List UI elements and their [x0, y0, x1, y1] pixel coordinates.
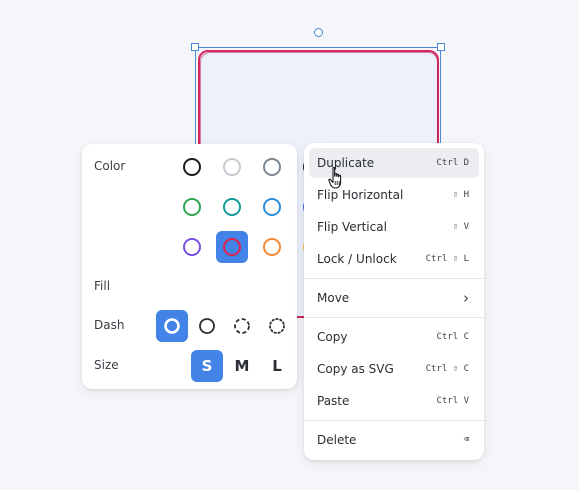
color-swatch[interactable] [216, 191, 248, 223]
menu-item-label: Copy as SVG [317, 362, 394, 376]
dash-draw-button[interactable] [156, 310, 188, 342]
dash-solid-button[interactable] [191, 310, 223, 342]
menu-item-shortcut: ⌫ [463, 435, 469, 445]
dash-solid-icon [199, 318, 215, 334]
size-m-button[interactable]: M [226, 350, 258, 382]
color-swatch-ring [223, 198, 241, 216]
dash-dotted-button[interactable] [261, 310, 293, 342]
menu-item-label: Delete [317, 433, 357, 447]
menu-separator [304, 317, 484, 318]
menu-item-shortcut: ⇧ V [452, 222, 469, 232]
menu-item-label: Flip Vertical [317, 220, 387, 234]
color-swatch[interactable] [216, 231, 248, 263]
menu-item-label: Flip Horizontal [317, 188, 404, 202]
menu-item-label: Copy [317, 330, 348, 344]
menu-item-copy-as-svg[interactable]: Copy as SVG Ctrl ⇧ C [309, 354, 479, 384]
dash-dotted-icon [269, 318, 285, 334]
context-menu: Duplicate Ctrl D Flip Horizontal ⇧ H Fli… [304, 143, 484, 460]
menu-item-paste[interactable]: Paste Ctrl V [309, 386, 479, 416]
menu-item-label: Move [317, 291, 350, 305]
hand-pointer-icon [328, 166, 342, 189]
menu-item-label: Paste [317, 394, 350, 408]
color-swatch-ring [263, 158, 281, 176]
menu-item-lock-unlock[interactable]: Lock / Unlock Ctrl ⇧ L [309, 244, 479, 274]
menu-item-shortcut: Ctrl ⇧ C [425, 364, 469, 374]
size-label: Size [94, 358, 119, 372]
dash-dashed-icon [234, 318, 250, 334]
menu-item-delete[interactable]: Delete ⌫ [309, 425, 479, 455]
menu-item-move[interactable]: Move › [309, 283, 479, 313]
menu-item-flip-vertical[interactable]: Flip Vertical ⇧ V [309, 212, 479, 242]
resize-handle-top-left[interactable] [191, 43, 199, 51]
menu-item-copy[interactable]: Copy Ctrl C [309, 322, 479, 352]
menu-item-shortcut: Ctrl ⇧ L [425, 254, 469, 264]
chevron-right-icon: › [463, 288, 469, 307]
color-swatch[interactable] [176, 151, 208, 183]
color-swatch[interactable] [176, 231, 208, 263]
color-swatch-ring [183, 158, 201, 176]
size-s-button[interactable]: S [191, 350, 223, 382]
color-swatch[interactable] [216, 151, 248, 183]
color-swatch[interactable] [256, 191, 288, 223]
menu-item-label: Lock / Unlock [317, 252, 397, 266]
color-swatch[interactable] [256, 231, 288, 263]
color-label: Color [94, 159, 126, 173]
menu-item-shortcut: ⇧ H [452, 190, 469, 200]
rotate-handle[interactable] [314, 28, 323, 37]
dash-label: Dash [94, 318, 125, 332]
color-swatch-ring [223, 158, 241, 176]
menu-item-shortcut: Ctrl V [436, 396, 469, 406]
menu-item-shortcut: Ctrl C [436, 332, 469, 342]
style-panel: Color Fill Dash Size S M L [82, 144, 321, 389]
dash-dashed-button[interactable] [226, 310, 258, 342]
menu-separator [304, 420, 484, 421]
color-swatch[interactable] [176, 191, 208, 223]
color-swatch-ring [183, 198, 201, 216]
size-l-button[interactable]: L [261, 350, 293, 382]
menu-item-shortcut: Ctrl D [436, 158, 469, 168]
menu-separator [304, 278, 484, 279]
color-swatch[interactable] [256, 151, 288, 183]
color-swatch-ring [263, 238, 281, 256]
color-swatch-ring [183, 238, 201, 256]
color-swatch-ring [263, 198, 281, 216]
fill-label: Fill [94, 279, 111, 293]
color-swatch-ring [223, 238, 241, 256]
dash-draw-icon [164, 318, 180, 334]
resize-handle-top-right[interactable] [437, 43, 445, 51]
